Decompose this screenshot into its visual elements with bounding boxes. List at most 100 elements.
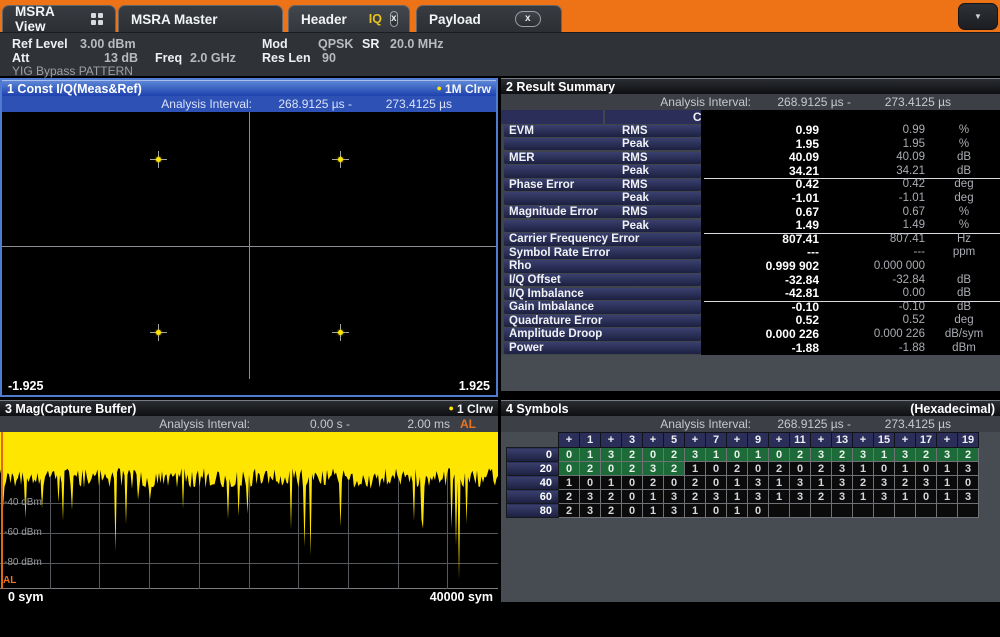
symbol-cell: 3	[916, 476, 937, 490]
symbol-cell: 1	[874, 448, 895, 462]
symbol-cell	[937, 504, 958, 518]
symbol-cell: 3	[643, 462, 664, 476]
symbol-cell: 2	[601, 490, 622, 504]
result-current-value: 34.21	[701, 165, 819, 179]
symbols-row-label: 80	[507, 504, 559, 518]
tab-overflow-button[interactable]: ▼	[958, 3, 998, 30]
measured-symbol-dot	[156, 157, 161, 162]
symbol-cell: 0	[916, 490, 937, 504]
symbol-cell: 2	[769, 462, 790, 476]
sr-value[interactable]: 20.0 MHz	[390, 37, 444, 51]
symbols-column-header: 1	[580, 433, 601, 448]
symbol-cell: 0	[664, 476, 685, 490]
result-row: Symbol Rate Error------ppm	[501, 246, 1000, 260]
magnitude-plot[interactable]: AL -40 dBm-60 dBm-80 dBm	[0, 432, 498, 589]
result-current-value: -0.10	[701, 301, 819, 315]
symbols-row: 4010102020131313232310	[507, 476, 979, 490]
symbol-cell: 1	[937, 476, 958, 490]
symbol-cell: 1	[937, 490, 958, 504]
symbol-cell: 3	[874, 490, 895, 504]
symbol-cell: 3	[937, 448, 958, 462]
result-name-pill: Symbol Rate Error	[504, 247, 701, 259]
y-axis-tick-label: -40 dBm	[4, 497, 42, 508]
symbol-cell: 3	[748, 490, 769, 504]
result-peak-value: 0.52	[831, 314, 925, 328]
symbol-cell: 1	[685, 462, 706, 476]
symbol-cell: 0	[559, 462, 580, 476]
result-unit: ppm	[929, 246, 999, 260]
format-note: (Hexadecimal)	[910, 402, 995, 416]
result-name-pill: Power	[504, 342, 701, 354]
att-label[interactable]: Att	[12, 51, 29, 65]
analysis-interval-bar: Analysis Interval: 268.9125 µs - 273.412…	[501, 416, 1000, 432]
symbol-cell: 2	[622, 462, 643, 476]
panel-title: 1 Const I/Q(Meas&Ref)	[7, 82, 142, 96]
measured-symbol-dot	[338, 157, 343, 162]
symbol-cell: 3	[832, 462, 853, 476]
constellation-x-labels: -1.925 1.925	[2, 379, 496, 395]
constellation-plot[interactable]	[2, 112, 496, 379]
chevron-down-icon: ▼	[974, 12, 982, 21]
freq-value[interactable]: 2.0 GHz	[190, 51, 236, 65]
symbol-cell: 3	[790, 476, 811, 490]
symbol-cell: 2	[643, 476, 664, 490]
result-current-value: -32.84	[701, 274, 819, 288]
tab-label: Header	[301, 12, 347, 27]
result-unit: %	[929, 219, 999, 233]
res-len-label[interactable]: Res Len	[262, 51, 311, 65]
ref-level-label[interactable]: Ref Level	[12, 37, 68, 51]
result-peak-value: -0.10	[831, 301, 925, 315]
symbols-column-header: +	[853, 433, 874, 448]
symbol-cell: 0	[874, 462, 895, 476]
symbols-column-header: 7	[706, 433, 727, 448]
al-marker-label: AL	[3, 575, 16, 586]
result-current-value: 0.42	[701, 178, 819, 192]
att-value[interactable]: 13 dB	[104, 51, 138, 65]
symbol-cell: 3	[580, 504, 601, 518]
result-row: EVMRMS0.990.99%	[501, 124, 1000, 138]
symbol-cell: 3	[790, 490, 811, 504]
ref-level-value[interactable]: 3.00 dBm	[80, 37, 136, 51]
panel-magnitude-titlebar[interactable]: 3 Mag(Capture Buffer) ● 1 Clrw	[0, 400, 498, 416]
symbols-row: 6023201323131323131013	[507, 490, 979, 504]
symbol-cell: 0	[706, 504, 727, 518]
sr-label[interactable]: SR	[362, 37, 379, 51]
mod-value[interactable]: QPSK	[318, 37, 353, 51]
symbols-column-header: +	[643, 433, 664, 448]
result-peak-value: 0.000 226	[831, 328, 925, 342]
x-min-label: 0 sym	[8, 590, 43, 604]
analysis-interval-from: 268.9125 µs -	[746, 95, 851, 109]
res-len-value[interactable]: 90	[322, 51, 336, 65]
freq-label[interactable]: Freq	[155, 51, 182, 65]
symbols-column-header: +	[937, 433, 958, 448]
trace-label: 1 Clrw	[457, 402, 493, 416]
symbol-cell: 1	[643, 504, 664, 518]
tab-header[interactable]: Header IQ x	[288, 5, 410, 32]
close-icon[interactable]: x	[515, 11, 541, 27]
panel-symbols-titlebar[interactable]: 4 Symbols (Hexadecimal)	[501, 400, 1000, 416]
result-unit: dBm	[929, 342, 999, 356]
symbol-cell: 3	[685, 448, 706, 462]
tab-msra-view[interactable]: MSRA View	[2, 5, 116, 32]
panel-constellation-titlebar[interactable]: 1 Const I/Q(Meas&Ref) ● 1M Clrw	[2, 80, 496, 96]
symbols-column-header: 3	[622, 433, 643, 448]
tab-msra-master[interactable]: MSRA Master	[118, 5, 283, 32]
trace-color-icon: ●	[449, 404, 454, 413]
tab-payload[interactable]: Payload x	[416, 5, 562, 32]
close-icon[interactable]: x	[390, 11, 398, 27]
analysis-interval-label: Analysis Interval:	[551, 417, 751, 431]
symbol-cell: 2	[664, 448, 685, 462]
result-name-pill: Peak	[504, 165, 701, 177]
symbol-cell: 0	[748, 462, 769, 476]
auto-level-badge: AL	[460, 417, 490, 431]
symbol-cell: 3	[580, 490, 601, 504]
x-min-label: -1.925	[8, 379, 43, 393]
result-unit: dB	[929, 274, 999, 288]
panel-result-summary-titlebar[interactable]: 2 Result Summary	[501, 78, 1000, 94]
result-peak-value: -32.84	[831, 274, 925, 288]
mod-label[interactable]: Mod	[262, 37, 288, 51]
panel-title: 3 Mag(Capture Buffer)	[5, 402, 136, 416]
symbol-cell: 1	[706, 448, 727, 462]
symbols-column-header: 13	[832, 433, 853, 448]
symbols-column-header: 19	[958, 433, 979, 448]
